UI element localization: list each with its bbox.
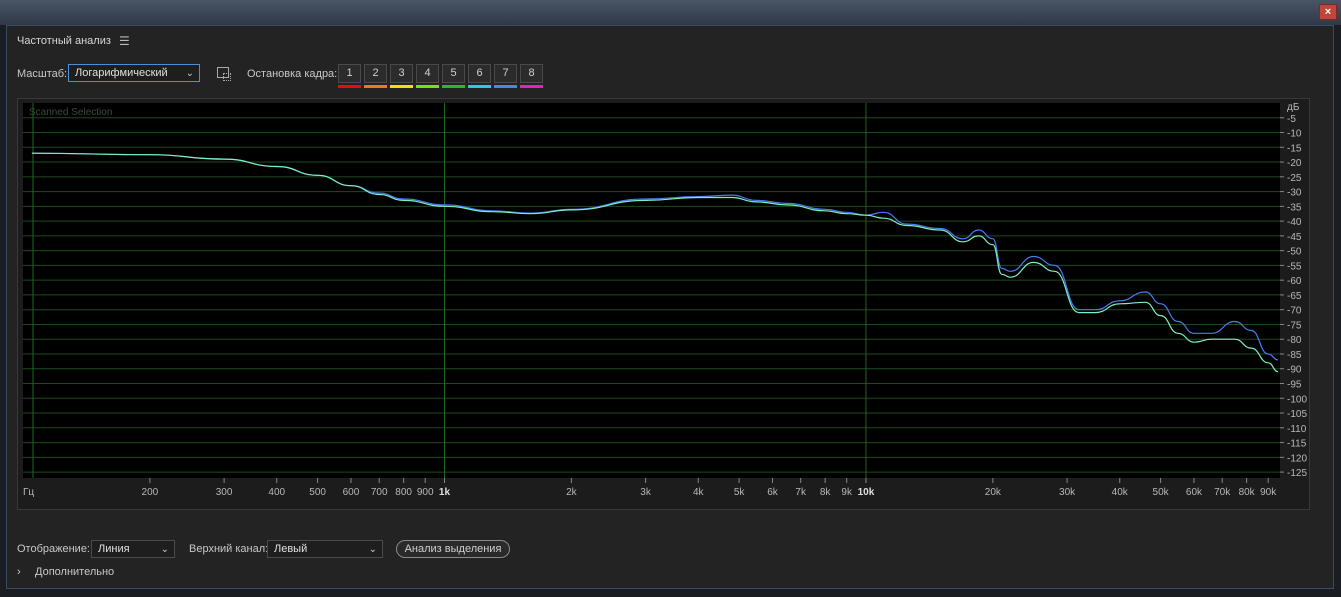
- hold-color-bar: [520, 85, 543, 88]
- freq-tick-label: 40k: [1112, 487, 1129, 498]
- hold-color-bar: [442, 85, 465, 88]
- analyze-selection-button[interactable]: Анализ выделения: [396, 540, 510, 558]
- freq-tick-label: 3k: [640, 487, 652, 498]
- display-select[interactable]: Линия ⌄: [91, 540, 175, 558]
- db-tick-label: -70: [1287, 306, 1302, 317]
- freq-tick-label: 10k: [858, 487, 875, 498]
- menu-icon[interactable]: ☰: [119, 34, 130, 48]
- db-tick-label: -75: [1287, 320, 1302, 331]
- hold-color-bar: [390, 85, 413, 88]
- db-tick-label: -15: [1287, 143, 1302, 154]
- freq-tick-label: 30k: [1059, 487, 1076, 498]
- db-tick-label: -10: [1287, 129, 1302, 140]
- hold-color-bar: [468, 85, 491, 88]
- freq-tick-label: 6k: [767, 487, 779, 498]
- frequency-graph: -5 -10 -15 -20 -25 -30 -35 -40 -45 -50 -55 -60 -65 -7…: [17, 98, 1310, 510]
- freq-tick-label: 7k: [795, 487, 807, 498]
- advanced-toggle[interactable]: Дополнительно: [35, 566, 114, 578]
- hz-unit-label: Гц: [23, 487, 34, 498]
- db-tick-label: -5: [1287, 114, 1296, 125]
- freq-tick-label: 800: [395, 487, 412, 498]
- freq-tick-label: 50k: [1153, 487, 1170, 498]
- graph-svg: -5 -10 -15 -20 -25 -30 -35 -40 -45 -50 -55 -60 -65 -7…: [23, 102, 1307, 498]
- scanned-selection-label: Scanned Selection: [29, 107, 112, 118]
- db-tick-label: -115: [1287, 439, 1307, 450]
- hold-label: Остановка кадра:: [247, 68, 338, 80]
- db-tick-label: -65: [1287, 291, 1302, 302]
- hold-color-bar: [338, 85, 361, 88]
- freq-tick-label: 60k: [1186, 487, 1203, 498]
- hold-color-bar: [364, 85, 387, 88]
- freq-tick-label: 600: [343, 487, 360, 498]
- freq-tick-label: 900: [417, 487, 434, 498]
- freq-tick-label: 400: [268, 487, 285, 498]
- freq-tick-label: 90k: [1260, 487, 1277, 498]
- freq-tick-label: 80k: [1239, 487, 1256, 498]
- db-unit-label: дБ: [1287, 102, 1300, 113]
- db-tick-label: -85: [1287, 350, 1302, 361]
- freq-tick-label: 700: [371, 487, 388, 498]
- freq-tick-label: 4k: [693, 487, 705, 498]
- db-tick-label: -110: [1287, 424, 1307, 435]
- db-tick-label: -20: [1287, 158, 1302, 169]
- channel-select-value: Левый: [274, 543, 308, 555]
- freq-tick-label: 20k: [985, 487, 1002, 498]
- scale-select[interactable]: Логарифмический ⌄: [68, 64, 200, 82]
- freq-tick-label: 200: [142, 487, 159, 498]
- hold-button-5[interactable]: 5: [442, 64, 465, 83]
- freq-tick-label: 5k: [734, 487, 746, 498]
- close-icon[interactable]: ×: [1319, 4, 1337, 20]
- db-tick-label: -40: [1287, 217, 1302, 228]
- frame-capture-icon[interactable]: [217, 67, 231, 81]
- db-tick-label: -30: [1287, 188, 1302, 199]
- db-tick-label: -50: [1287, 247, 1302, 258]
- freq-tick-label: 500: [309, 487, 326, 498]
- freq-tick-label: 300: [216, 487, 233, 498]
- chevron-down-icon: ⌄: [368, 544, 377, 555]
- hold-button-7[interactable]: 7: [494, 64, 517, 83]
- freq-tick-label: 70k: [1214, 487, 1231, 498]
- hold-button-3[interactable]: 3: [390, 64, 413, 83]
- freq-tick-label: 2k: [566, 487, 578, 498]
- window-titlebar: ×: [0, 0, 1341, 25]
- freq-tick-label: 9k: [841, 487, 853, 498]
- db-tick-label: -90: [1287, 365, 1302, 376]
- scale-select-value: Логарифмический: [75, 67, 168, 79]
- db-tick-label: -55: [1287, 261, 1302, 272]
- db-tick-label: -25: [1287, 173, 1302, 184]
- chevron-right-icon[interactable]: ›: [17, 566, 21, 578]
- freq-tick-label: 1k: [439, 487, 451, 498]
- display-label: Отображение:: [17, 543, 90, 555]
- db-tick-label: -105: [1287, 409, 1307, 420]
- chevron-down-icon: ⌄: [185, 68, 194, 79]
- db-tick-label: -95: [1287, 380, 1302, 391]
- db-tick-label: -100: [1287, 394, 1307, 405]
- hold-button-2[interactable]: 2: [364, 64, 387, 83]
- hold-button-6[interactable]: 6: [468, 64, 491, 83]
- channel-label: Верхний канал:: [189, 543, 269, 555]
- db-tick-label: -80: [1287, 335, 1302, 346]
- hold-color-bar: [416, 85, 439, 88]
- panel-title: Частотный анализ: [17, 35, 111, 47]
- hold-button-8[interactable]: 8: [520, 64, 543, 83]
- display-select-value: Линия: [98, 543, 130, 555]
- db-tick-label: -60: [1287, 276, 1302, 287]
- chevron-down-icon: ⌄: [160, 544, 169, 555]
- db-tick-label: -120: [1287, 453, 1307, 464]
- hold-color-bar: [494, 85, 517, 88]
- db-tick-label: -35: [1287, 202, 1302, 213]
- hold-button-4[interactable]: 4: [416, 64, 439, 83]
- frequency-analysis-panel: Частотный анализ ☰ Масштаб: Логарифмичес…: [6, 25, 1334, 589]
- db-tick-label: -125: [1287, 468, 1307, 479]
- channel-select[interactable]: Левый ⌄: [267, 540, 383, 558]
- freq-tick-label: 8k: [820, 487, 832, 498]
- hold-button-1[interactable]: 1: [338, 64, 361, 83]
- scale-label: Масштаб:: [17, 68, 68, 80]
- db-tick-label: -45: [1287, 232, 1302, 243]
